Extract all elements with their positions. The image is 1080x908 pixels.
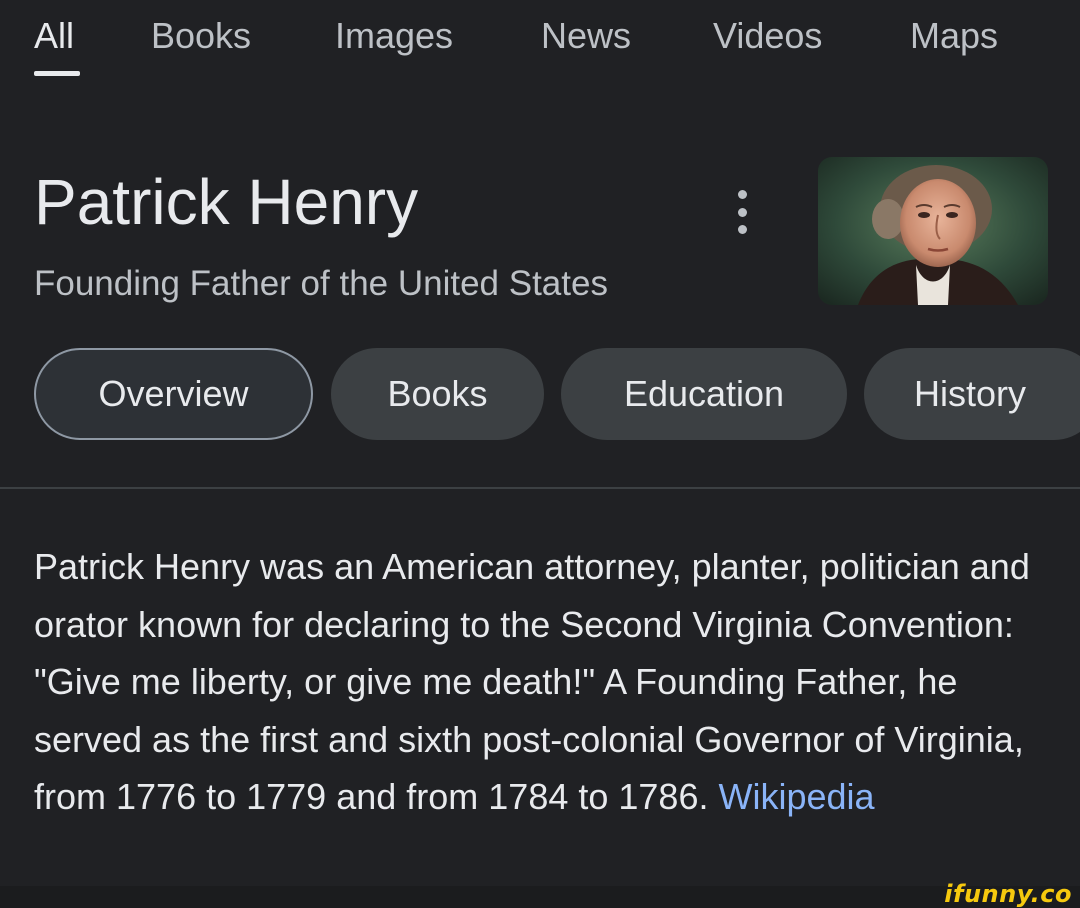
tab-books[interactable]: Books bbox=[151, 14, 251, 58]
description-text: Patrick Henry was an American attorney, … bbox=[34, 546, 1030, 817]
entity-title: Patrick Henry bbox=[34, 166, 419, 238]
entity-description: Patrick Henry was an American attorney, … bbox=[34, 538, 1044, 826]
tab-all[interactable]: All bbox=[34, 14, 74, 58]
ifunny-watermark: ifunny.co bbox=[944, 880, 1072, 908]
chip-books[interactable]: Books bbox=[331, 348, 544, 440]
tab-videos[interactable]: Videos bbox=[713, 14, 822, 58]
tab-news[interactable]: News bbox=[541, 14, 631, 58]
tab-images[interactable]: Images bbox=[335, 14, 453, 58]
section-divider bbox=[0, 487, 1080, 489]
active-tab-indicator bbox=[34, 71, 80, 76]
search-type-tabs: All Books Images News Videos Maps bbox=[0, 0, 1080, 90]
watermark-bar: ifunny.co bbox=[0, 880, 1080, 908]
entity-portrait-image[interactable] bbox=[818, 157, 1048, 305]
chip-education[interactable]: Education bbox=[561, 348, 847, 440]
topic-chips: Overview Books Education History bbox=[0, 348, 1080, 442]
chip-overview[interactable]: Overview bbox=[34, 348, 313, 440]
more-vert-icon[interactable] bbox=[728, 190, 756, 234]
chip-history[interactable]: History bbox=[864, 348, 1080, 440]
wikipedia-source-link[interactable]: Wikipedia bbox=[719, 776, 875, 817]
tab-maps[interactable]: Maps bbox=[910, 14, 998, 58]
entity-subtitle: Founding Father of the United States bbox=[34, 264, 608, 303]
